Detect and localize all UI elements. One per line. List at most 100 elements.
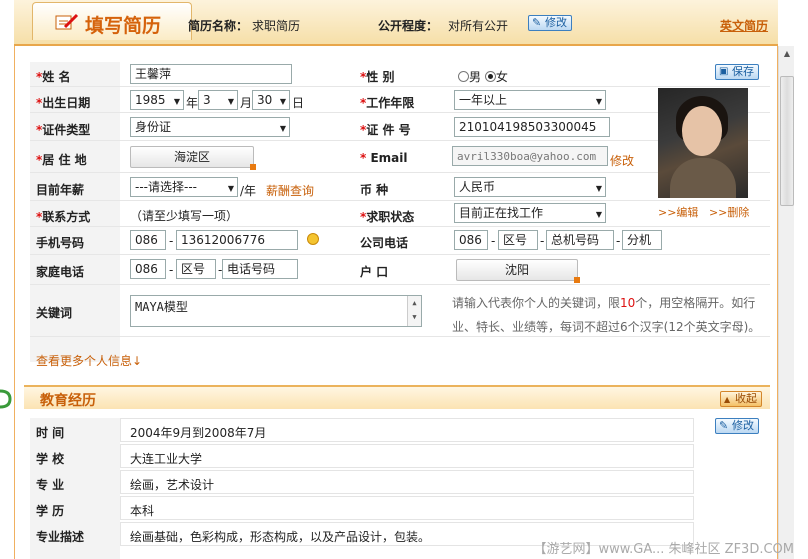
email-edit-link[interactable]: 修改 (610, 152, 634, 169)
resume-name-label: 简历名称： (188, 19, 249, 33)
education-edit-button[interactable]: 修改 (715, 418, 759, 434)
education-degree-value: 本科 (130, 504, 155, 518)
scrollbar-thumb[interactable] (780, 76, 794, 206)
dash-separator: - (169, 234, 174, 248)
mobile-country-code-input[interactable]: 086 (130, 230, 166, 250)
name-label: *姓 名 (36, 70, 71, 84)
gender-male-radio[interactable] (458, 71, 469, 82)
id-type-select[interactable]: 身份证 (130, 117, 290, 137)
page-scrollbar[interactable]: ▲ (778, 46, 794, 559)
currency-select[interactable]: 人民币 (454, 177, 606, 197)
education-degree-label: 学 历 (36, 504, 65, 518)
dash-separator: - (491, 234, 496, 248)
photo-actions: >>编辑 >>删除 (658, 204, 749, 220)
profile-photo (658, 88, 748, 198)
more-info-link[interactable]: 查看更多个人信息↓ (36, 352, 142, 369)
birth-label: *出生日期 (36, 96, 91, 110)
id-number-input[interactable]: 210104198503300045 (454, 117, 610, 137)
hukou-label: 户 口 (360, 265, 389, 279)
resume-name-value: 求职简历 (252, 19, 301, 33)
company-phone-country-input[interactable]: 086 (454, 230, 488, 250)
education-major-value: 绘画，艺术设计 (130, 478, 215, 492)
education-time-value: 2004年9月到2008年7月 (130, 426, 267, 440)
home-phone-number-input[interactable]: 电话号码 (222, 259, 298, 279)
education-section-header: 教育经历 收起 (24, 385, 770, 409)
email-label: * Email (360, 151, 408, 165)
photo-edit-link[interactable]: >>编辑 (658, 206, 698, 219)
company-phone-main-input[interactable]: 总机号码 (546, 230, 614, 250)
job-status-select[interactable]: 目前正在找工作 (454, 203, 606, 223)
id-no-label: *证 件 号 (360, 123, 411, 137)
left-accent-icon (0, 385, 14, 415)
visibility-value: 对所有公开 (448, 19, 509, 33)
scroll-up-icon[interactable]: ▲ (779, 46, 795, 62)
salary-unit: /年 (240, 184, 257, 198)
photo-face (682, 106, 722, 156)
dash-separator: - (169, 263, 174, 277)
id-type-label: *证件类型 (36, 123, 91, 137)
education-major-label: 专 业 (36, 478, 65, 492)
gender-radio-group: 男 女 (458, 68, 508, 85)
resume-header: 填写简历 简历名称： 求职简历 公开程度： 对所有公开 修改 英文简历 (14, 0, 778, 46)
salary-select[interactable]: ---请选择--- (130, 177, 238, 197)
residence-label: *居 住 地 (36, 153, 87, 167)
header-tab: 填写简历 (32, 2, 192, 40)
name-input[interactable]: 王馨萍 (130, 64, 292, 84)
keywords-textarea[interactable]: MAYA模型 ▲ ▼ (130, 295, 422, 327)
salary-query-link[interactable]: 薪酬查询 (266, 182, 314, 199)
textarea-scroll-icon[interactable]: ▲ ▼ (407, 296, 421, 326)
work-years-label: *工作年限 (360, 96, 415, 110)
residence-picker-button[interactable]: 海淀区 (130, 146, 256, 170)
company-phone-label: 公司电话 (360, 236, 409, 250)
home-phone-country-input[interactable]: 086 (130, 259, 166, 279)
row-divider (30, 254, 770, 255)
education-collapse-button[interactable]: 收起 (720, 391, 762, 407)
row-divider (30, 200, 770, 201)
keywords-hint-line2: 业、特长、业绩等，每词不超过6个汉字(12个英文字母)。 (452, 320, 761, 334)
lightbulb-tip-icon (307, 233, 319, 245)
hukou-picker-button[interactable]: 沈阳 (456, 259, 580, 283)
birth-year-select[interactable]: 1985 (130, 90, 184, 110)
visibility-label: 公开程度： (378, 19, 439, 33)
job-status-label: *求职状态 (360, 210, 415, 224)
contact-label: *联系方式 (36, 210, 91, 224)
education-description-value: 绘画基础，色彩构成，形态构成，以及产品设计，包装。 (130, 530, 431, 544)
photo-delete-link[interactable]: >>删除 (709, 206, 749, 219)
header-edit-button[interactable]: 修改 (528, 15, 572, 31)
home-phone-area-input[interactable]: 区号 (176, 259, 216, 279)
watermark: 【游艺网】www.GA... 朱峰社区 ZF3D.COM (533, 542, 794, 557)
row-divider (30, 86, 770, 87)
company-phone-area-input[interactable]: 区号 (498, 230, 538, 250)
mobile-number-input[interactable]: 13612006776 (176, 230, 298, 250)
row-divider (30, 336, 770, 337)
month-unit: 月 (240, 96, 253, 110)
row-divider (30, 226, 770, 227)
dash-separator: - (616, 234, 621, 248)
gender-female-radio[interactable] (484, 71, 496, 82)
english-resume-link[interactable]: 英文简历 (720, 17, 768, 34)
year-unit: 年 (186, 96, 199, 110)
row-divider (30, 284, 770, 285)
gender-label: *性 别 (360, 70, 395, 84)
currency-label: 币 种 (360, 183, 389, 197)
birth-day-select[interactable]: 30 (252, 90, 290, 110)
work-years-select[interactable]: 一年以上 (454, 90, 606, 110)
education-school-value: 大连工业大学 (130, 452, 203, 466)
education-time-label: 时 间 (36, 426, 65, 440)
gender-female-label: 女 (495, 70, 508, 84)
home-phone-label: 家庭电话 (36, 265, 85, 279)
gender-male-label: 男 (469, 70, 482, 84)
company-phone-ext-input[interactable]: 分机 (622, 230, 662, 250)
email-field: avril330boa@yahoo.com (452, 146, 608, 166)
day-unit: 日 (292, 96, 305, 110)
keywords-label: 关键词 (36, 306, 73, 320)
save-button[interactable]: 保存 (715, 64, 759, 80)
page-title: 填写简历 (85, 15, 162, 37)
education-title: 教育经历 (40, 393, 96, 409)
contact-hint: （请至少填写一项） (130, 209, 239, 223)
dash-separator: - (540, 234, 545, 248)
photo-body (670, 158, 736, 198)
birth-month-select[interactable]: 3 (198, 90, 238, 110)
pencil-notepad-icon (55, 13, 79, 30)
mobile-label: 手机号码 (36, 236, 85, 250)
